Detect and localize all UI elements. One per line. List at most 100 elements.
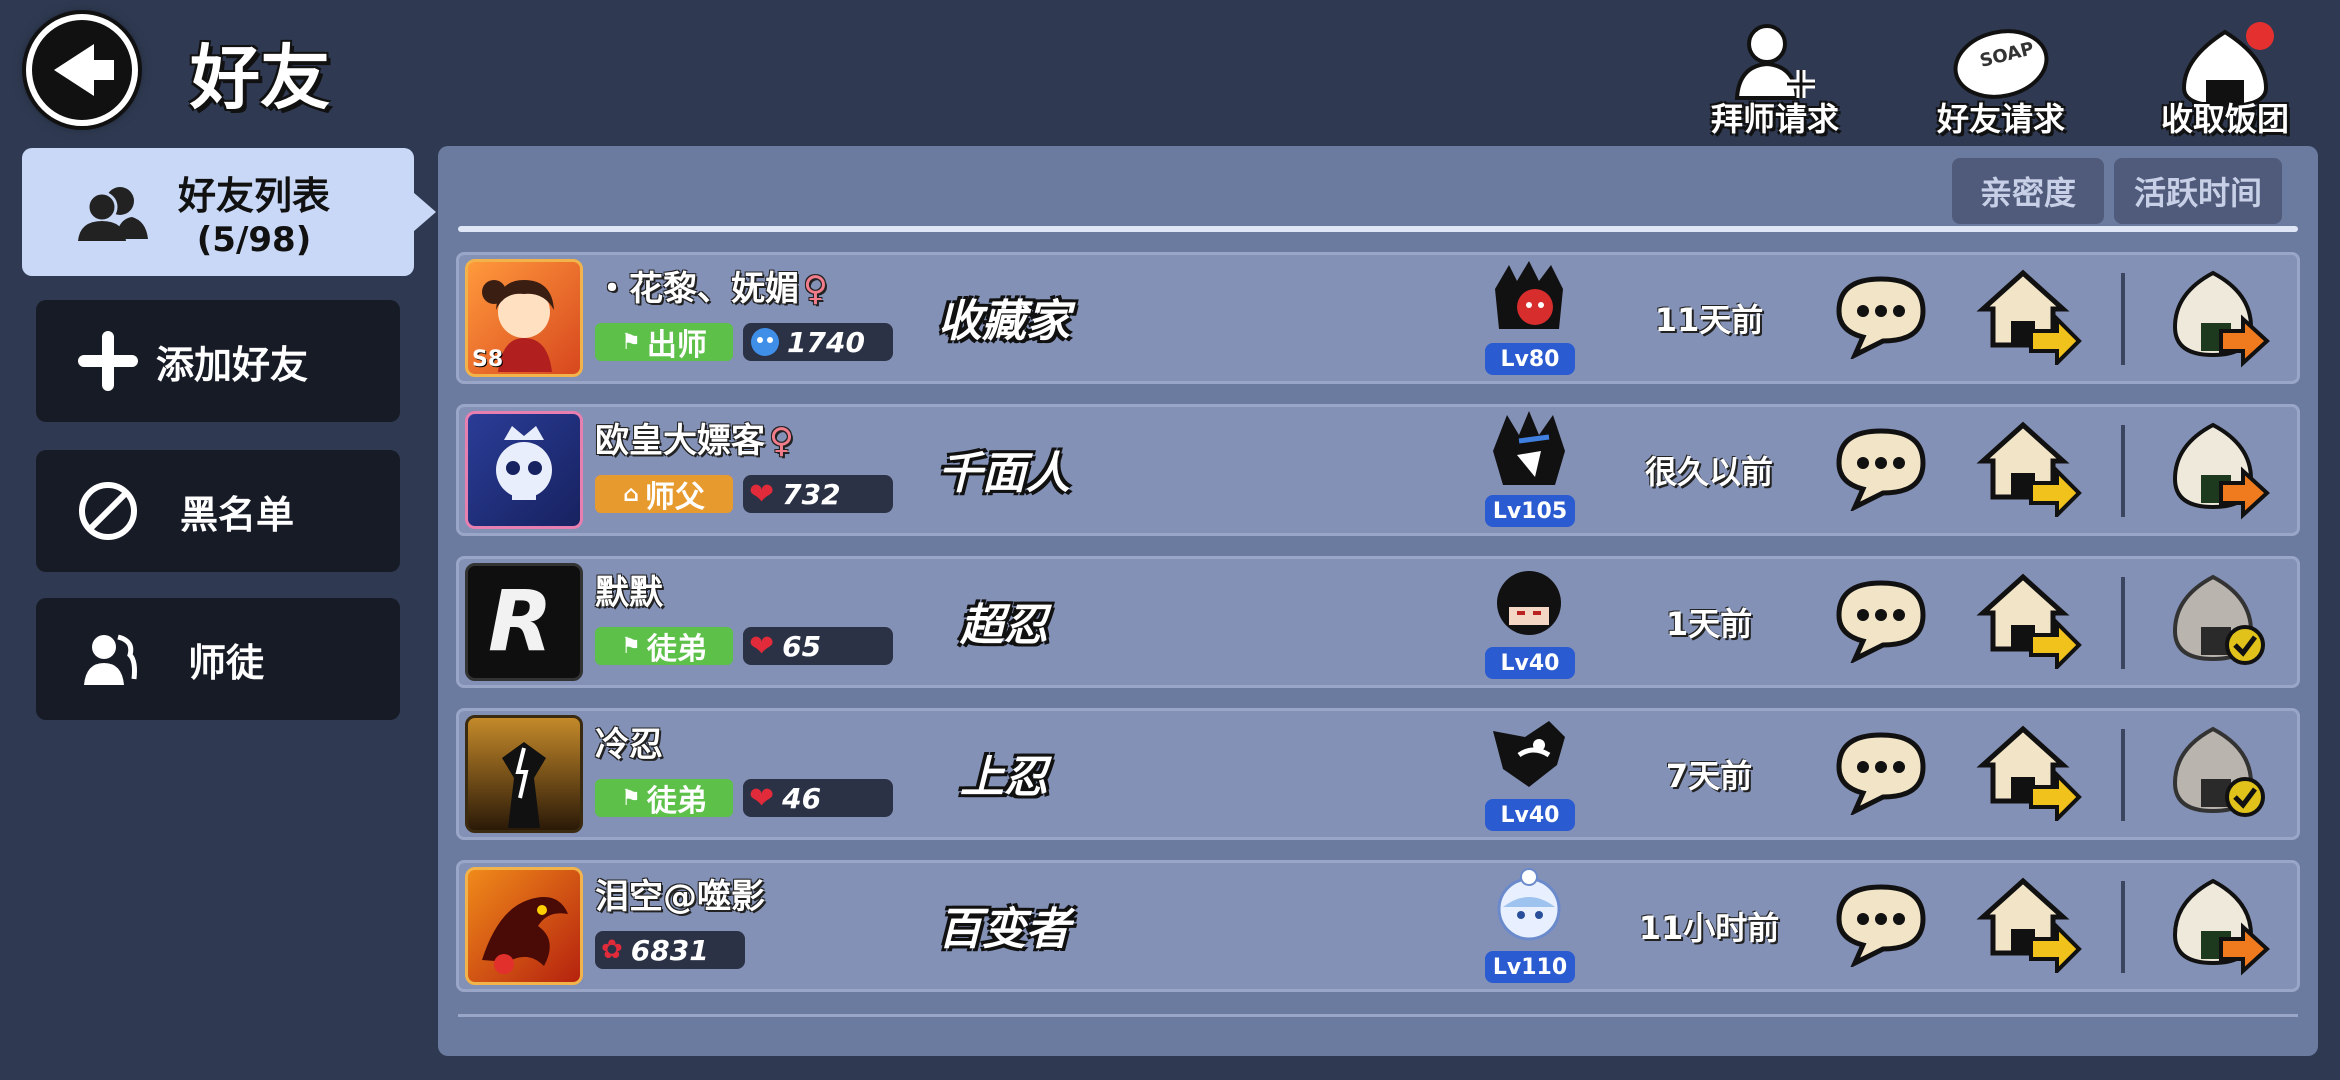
blue-face-icon [751,328,779,356]
avatar-badge: S8 [472,347,504,372]
intimacy-stat: ❤ 65 [743,627,893,665]
friend-name: 冷忍 [595,725,663,765]
title-badge: 超忍 [960,600,1048,651]
divider [2121,425,2125,517]
friends-icon [78,187,148,241]
sidebar-item-label: 添加好友 [156,342,309,387]
rice-claimed-indicator [2172,726,2265,817]
friend-row[interactable]: 泪空@噬影 ✿ 6831 百变者 Lv110 11小时前 [456,860,2300,992]
friend-row[interactable]: R 默默 ⚑ 徒弟 ❤ 65 超忍 Lv40 1天前 [456,556,2300,688]
character-icon [1495,261,1563,329]
divider [2121,881,2125,973]
intimacy-stat: ❤ 46 [743,779,893,817]
visit-home-button[interactable] [1973,569,2083,669]
role-icon: ⌂ [623,481,639,507]
chat-button[interactable] [1833,425,1929,511]
character-icon [1497,868,1561,941]
divider [2121,273,2125,365]
level-badge: Lv80 [1485,343,1575,375]
mentor-request-button[interactable]: 拜师请求 [1690,10,1860,140]
female-icon: ♀ [803,269,828,309]
avatar-letter: R [488,572,553,670]
friend-row[interactable]: 欧皇大嫖客 ♀ ⌂ 师父 ❤ 732 千面人 Lv105 很久以前 [456,404,2300,536]
last-active: 11天前 [1654,301,1764,339]
visit-home-button[interactable] [1973,265,2083,365]
sidebar-item-friend-list[interactable]: 好友列表 (5/98) [22,148,414,276]
relation-label: 徒弟 [646,632,707,667]
avatar[interactable]: S8 [465,259,583,377]
chat-button[interactable] [1833,729,1929,815]
character-icon [1493,411,1565,485]
chat-button[interactable] [1833,577,1929,663]
relation-label: 出师 [646,328,707,363]
relation-badge: ⚑ 徒弟 [595,779,733,819]
friend-row[interactable]: 冷忍 ⚑ 徒弟 ❤ 46 上忍 Lv40 7天前 [456,708,2300,840]
sidebar-item-add-friend[interactable]: 添加好友 [36,300,400,422]
charm-stat: ✿ 6831 [595,931,745,969]
collect-rice-button[interactable]: 收取饭团 [2140,10,2310,140]
sort-by-active-time-tab[interactable]: 活跃时间 [2114,158,2282,224]
page-title: 好友 [190,37,330,119]
arrow-left-icon [54,44,114,96]
role-icon: ⚑ [621,329,641,355]
friend-request-label: 好友请求 [1936,100,2065,138]
friend-name: 泪空@噬影 [595,877,765,917]
title-badge: 上忍 [960,752,1048,803]
friend-name-text: ・花黎、妩媚 [595,269,799,309]
level-badge: Lv40 [1485,647,1575,679]
sort-by-intimacy-tab[interactable]: 亲密度 [1952,158,2104,224]
block-icon [79,482,137,540]
level-badge: Lv105 [1485,495,1575,527]
friend-name-text: 欧皇大嫖客 [595,421,765,461]
role-icon: ⚑ [621,633,641,659]
send-rice-button[interactable] [2161,873,2271,977]
title-badge: 百变者 [938,904,1070,955]
heart-icon: ❤ [749,628,775,664]
rose-icon: ✿ [601,935,623,965]
visit-home-button[interactable] [1973,873,2083,973]
mentor-icon [84,634,137,685]
skull-crown-icon [496,426,552,500]
selection-arrow [406,186,436,238]
friend-name: 默默 [595,573,663,613]
friend-row[interactable]: S8 ・花黎、妩媚 ♀ ⚑ 出师 1740 收藏家 Lv80 11天前 [456,252,2300,384]
back-button[interactable] [26,14,138,126]
sidebar-item-label: 黑名单 [180,492,295,537]
stat-value: 732 [782,477,841,511]
friend-name: 欧皇大嫖客 ♀ [595,413,794,462]
mentor-request-label: 拜师请求 [1710,100,1839,138]
last-active: 11小时前 [1638,909,1780,947]
sidebar-item-label: 师徒 [188,640,265,685]
chat-button[interactable] [1833,273,1929,359]
sidebar-item-blacklist[interactable]: 黑名单 [36,450,400,572]
character-icon [1493,721,1565,787]
rice-claimed-indicator [2172,574,2265,665]
stat-value: 46 [782,781,822,815]
title-badge: 千面人 [938,448,1070,499]
avatar[interactable]: R [465,563,583,681]
divider [458,226,2298,232]
avatar[interactable] [465,411,583,529]
visit-home-button[interactable] [1973,417,2083,517]
heart-icon: ❤ [749,476,775,512]
chat-button[interactable] [1833,881,1929,967]
character-icon [1497,571,1561,635]
send-rice-button[interactable] [2161,265,2271,369]
last-active: 1天前 [1665,605,1753,643]
avatar[interactable] [465,867,583,985]
fire-dragon-icon [482,897,568,974]
sidebar-item-mentorship[interactable]: 师徒 [36,598,400,720]
divider [2121,729,2125,821]
relation-badge: ⌂ 师父 [595,475,733,515]
shadow-ninja-icon [502,742,546,828]
relation-badge: ⚑ 出师 [595,323,733,363]
collect-rice-label: 收取饭团 [2160,100,2289,138]
friend-request-button[interactable]: SOAP 好友请求 [1916,10,2086,140]
notification-dot [2246,22,2274,50]
heart-icon: ❤ [749,780,775,816]
send-rice-button[interactable] [2161,417,2271,521]
avatar[interactable] [465,715,583,833]
sidebar-item-label: 好友列表 [178,173,331,218]
friend-name: ・花黎、妩媚 ♀ [595,261,828,310]
visit-home-button[interactable] [1973,721,2083,821]
